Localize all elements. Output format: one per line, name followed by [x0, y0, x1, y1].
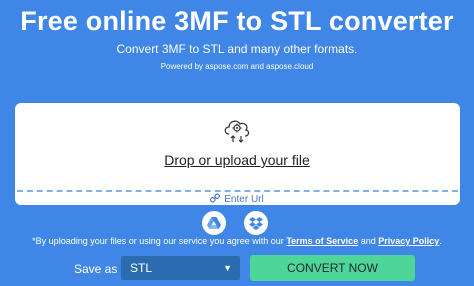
chevron-down-icon: ▼ — [223, 263, 232, 273]
convert-now-button[interactable]: CONVERT NOW — [250, 255, 415, 281]
output-format-value: STL — [130, 261, 153, 275]
consent-suffix: . — [439, 236, 442, 246]
dropbox-icon — [249, 217, 263, 230]
enter-url-link[interactable]: Enter Url — [0, 193, 474, 206]
enter-url-label: Enter Url — [224, 194, 264, 206]
powered-by: Powered by aspose.com and aspose.cloud — [0, 62, 474, 71]
powered-and: and — [250, 62, 264, 71]
page-subtitle: Convert 3MF to STL and many other format… — [116, 42, 358, 56]
dropbox-button[interactable] — [244, 211, 268, 235]
terms-of-service-link[interactable]: Terms of Service — [286, 236, 358, 246]
google-drive-icon — [207, 217, 221, 229]
aspose-com-link[interactable]: aspose.com — [205, 62, 248, 71]
google-drive-button[interactable] — [202, 211, 226, 235]
powered-prefix: Powered by — [160, 62, 203, 71]
output-format-select[interactable]: STL ▼ — [121, 256, 240, 280]
cloud-upload-gear-icon — [221, 117, 253, 143]
terms-consent: *By uploading your files or using our se… — [0, 236, 474, 246]
link-icon — [210, 193, 221, 206]
consent-text: *By uploading your files or using our se… — [32, 236, 284, 246]
dropzone-divider — [17, 190, 458, 192]
upload-file-link[interactable]: Drop or upload your file — [0, 152, 474, 168]
aspose-cloud-link[interactable]: aspose.cloud — [266, 62, 313, 71]
page-title: Free online 3MF to STL converter — [20, 6, 454, 36]
privacy-policy-link[interactable]: Privacy Policy — [378, 236, 439, 246]
save-as-label: Save as — [74, 262, 118, 276]
consent-and: and — [360, 236, 376, 246]
